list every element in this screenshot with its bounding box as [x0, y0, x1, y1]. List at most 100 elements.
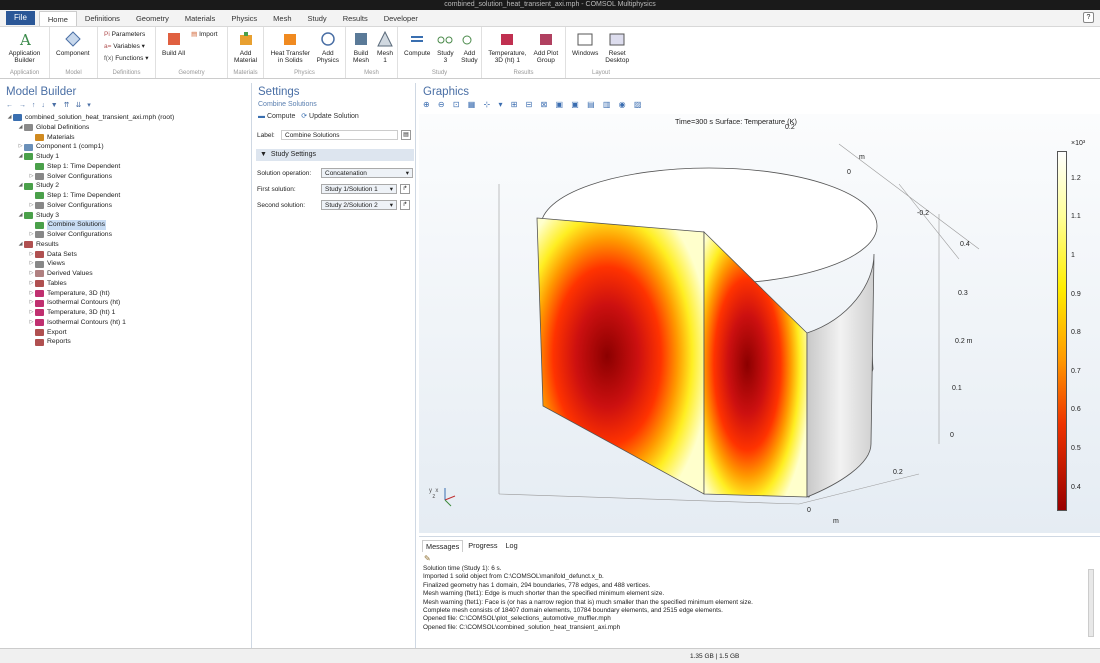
tree-node-label: combined_solution_heat_transient_axi.mph…: [25, 114, 175, 121]
model-builder-title: Model Builder: [6, 86, 77, 98]
tree-expander-icon[interactable]: ▷: [28, 279, 35, 289]
tree-node[interactable]: ▷ Temperature, 3D (ht): [6, 289, 246, 299]
reset-desktop-button[interactable]: Reset Desktop: [604, 29, 630, 64]
tree-node[interactable]: ▷ Views: [6, 259, 246, 269]
tree-expander-icon[interactable]: ▷: [28, 318, 35, 328]
functions-button[interactable]: f(x) Functions ▾: [104, 53, 148, 65]
tree-node-icon: [24, 143, 33, 151]
tree-expander-icon[interactable]: ▷: [28, 230, 35, 240]
second-solution-select[interactable]: Study 2/Solution 2 ▾: [321, 200, 397, 210]
tree-node[interactable]: ◢ Study 2: [6, 181, 246, 191]
import-button[interactable]: ▤ Import: [191, 29, 217, 41]
go-to-source-icon[interactable]: ↱: [400, 184, 410, 194]
tree-expander-icon[interactable]: ◢: [17, 181, 24, 191]
tree-node[interactable]: Step 1: Time Dependent: [6, 191, 246, 201]
tree-node[interactable]: Export: [6, 328, 246, 338]
tab-developer[interactable]: Developer: [376, 11, 426, 26]
tree-node[interactable]: ▷ Solver Configurations: [6, 201, 246, 211]
label-options-icon[interactable]: ▤: [401, 130, 411, 140]
tree-expander-icon[interactable]: ◢: [17, 123, 24, 133]
tree-expander-icon[interactable]: ◢: [17, 240, 24, 250]
tree-expander-icon[interactable]: ◢: [6, 113, 13, 123]
tree-expander-icon[interactable]: ▷: [28, 298, 35, 308]
tab-results[interactable]: Results: [335, 11, 376, 26]
tree-node-icon: [35, 172, 44, 180]
tree-node[interactable]: ◢ Results: [6, 240, 246, 250]
tab-mesh[interactable]: Mesh: [265, 11, 299, 26]
tree-expander-icon[interactable]: ▷: [28, 269, 35, 279]
tree-node[interactable]: ◢ combined_solution_heat_transient_axi.mp…: [6, 113, 246, 123]
compute-button[interactable]: Compute: [404, 29, 430, 57]
model-builder-toolbar[interactable]: ← → ↑ ↓ ▼ ⇈ ⇊ ▾: [6, 101, 93, 111]
tree-expander-icon[interactable]: ▷: [28, 308, 35, 318]
tree-expander-icon[interactable]: ▷: [28, 201, 35, 211]
solution-operation-select[interactable]: Concatenation ▾: [321, 168, 413, 178]
tree-expander-icon[interactable]: ▷: [28, 172, 35, 182]
tree-node[interactable]: ▷ Derived Values: [6, 269, 246, 279]
tab-messages[interactable]: Messages: [422, 540, 464, 552]
tree-expander-icon[interactable]: ◢: [17, 211, 24, 221]
compute-action[interactable]: ▬ Compute: [258, 113, 295, 120]
ribbon-toolbar: A Application Builder Application Compone…: [0, 27, 1100, 79]
temperature-3d-button[interactable]: Temperature, 3D (ht) 1: [488, 29, 527, 64]
add-material-button[interactable]: Add Material: [234, 29, 257, 64]
tree-node-label: Study 2: [36, 182, 60, 190]
tree-node[interactable]: Combine Solutions: [6, 220, 246, 230]
add-physics-icon: [319, 30, 337, 48]
tree-node[interactable]: ▷ Temperature, 3D (ht) 1: [6, 308, 246, 318]
tree-node[interactable]: ▷ Isothermal Contours (ht) 1: [6, 318, 246, 328]
build-mesh-button[interactable]: Build Mesh: [352, 29, 370, 64]
file-menu-button[interactable]: File: [6, 11, 35, 25]
mesh1-button[interactable]: Mesh 1: [376, 29, 394, 64]
add-study-button[interactable]: Add Study: [460, 29, 478, 64]
tree-expander-icon[interactable]: ◢: [17, 152, 24, 162]
tree-node[interactable]: ◢ Global Definitions: [6, 123, 246, 133]
tree-node[interactable]: Materials: [6, 133, 246, 143]
first-solution-select[interactable]: Study 1/Solution 1 ▾: [321, 184, 397, 194]
messages-scrollbar[interactable]: [1088, 569, 1094, 637]
graphics-toolbar[interactable]: ⊕ ⊖ ⊡ ▦ ⊹ ▾ ⊞ ⊟ ⊠ ▣ ▣ ▤ ▥ ◉ ▨: [423, 100, 644, 109]
refresh-icon: ⟳: [301, 113, 310, 120]
go-to-source-icon[interactable]: ↱: [400, 200, 410, 210]
tree-node[interactable]: Step 1: Time Dependent: [6, 162, 246, 172]
tree-node[interactable]: ◢ Study 1: [6, 152, 246, 162]
variables-button[interactable]: a= Variables ▾: [104, 41, 148, 53]
update-solution-action[interactable]: ⟳ Update Solution: [301, 113, 359, 120]
tab-study[interactable]: Study: [300, 11, 335, 26]
tree-node-label: Export: [47, 328, 67, 336]
parameters-button[interactable]: Pi Parameters: [104, 29, 148, 41]
tree-node[interactable]: ▷ Solver Configurations: [6, 172, 246, 182]
tree-expander-icon[interactable]: ▷: [28, 259, 35, 269]
add-physics-button[interactable]: Add Physics: [317, 29, 339, 64]
tree-expander-icon[interactable]: ▷: [28, 289, 35, 299]
clear-messages-icon[interactable]: ✎: [424, 554, 431, 563]
tree-expander-icon[interactable]: ▷: [17, 142, 24, 152]
tree-node[interactable]: ◢ Study 3: [6, 211, 246, 221]
heat-transfer-button[interactable]: Heat Transfer in Solids: [270, 29, 311, 64]
study3-button[interactable]: Study 3: [436, 29, 454, 64]
tab-physics[interactable]: Physics: [223, 11, 265, 26]
label-field[interactable]: Combine Solutions: [281, 130, 398, 140]
tree-node[interactable]: ▷ Component 1 (comp1): [6, 142, 246, 152]
windows-button[interactable]: Windows: [572, 29, 598, 57]
graphics-canvas[interactable]: Time=300 s Surface: Temperature (K) 0.2 …: [419, 114, 1100, 533]
add-plot-group-button[interactable]: Add Plot Group: [533, 29, 559, 64]
tab-home[interactable]: Home: [38, 11, 77, 26]
tree-node[interactable]: ▷ Data Sets: [6, 250, 246, 260]
tree-node[interactable]: ▷ Tables: [6, 279, 246, 289]
tab-geometry[interactable]: Geometry: [128, 11, 177, 26]
build-all-button[interactable]: Build All: [162, 29, 185, 57]
axis-triad-labels: y x z: [429, 488, 439, 500]
tab-materials[interactable]: Materials: [177, 11, 223, 26]
tab-log[interactable]: Log: [502, 540, 520, 552]
help-icon[interactable]: ?: [1083, 12, 1094, 23]
tree-node[interactable]: Reports: [6, 337, 246, 347]
tab-progress[interactable]: Progress: [465, 540, 500, 552]
component-button[interactable]: Component: [56, 29, 90, 57]
application-builder-button[interactable]: A Application Builder: [6, 29, 43, 64]
tree-node[interactable]: ▷ Solver Configurations: [6, 230, 246, 240]
tree-expander-icon[interactable]: ▷: [28, 250, 35, 260]
tab-definitions[interactable]: Definitions: [77, 11, 128, 26]
tree-node[interactable]: ▷ Isothermal Contours (ht): [6, 298, 246, 308]
study-settings-section[interactable]: ▼ Study Settings: [256, 149, 414, 161]
